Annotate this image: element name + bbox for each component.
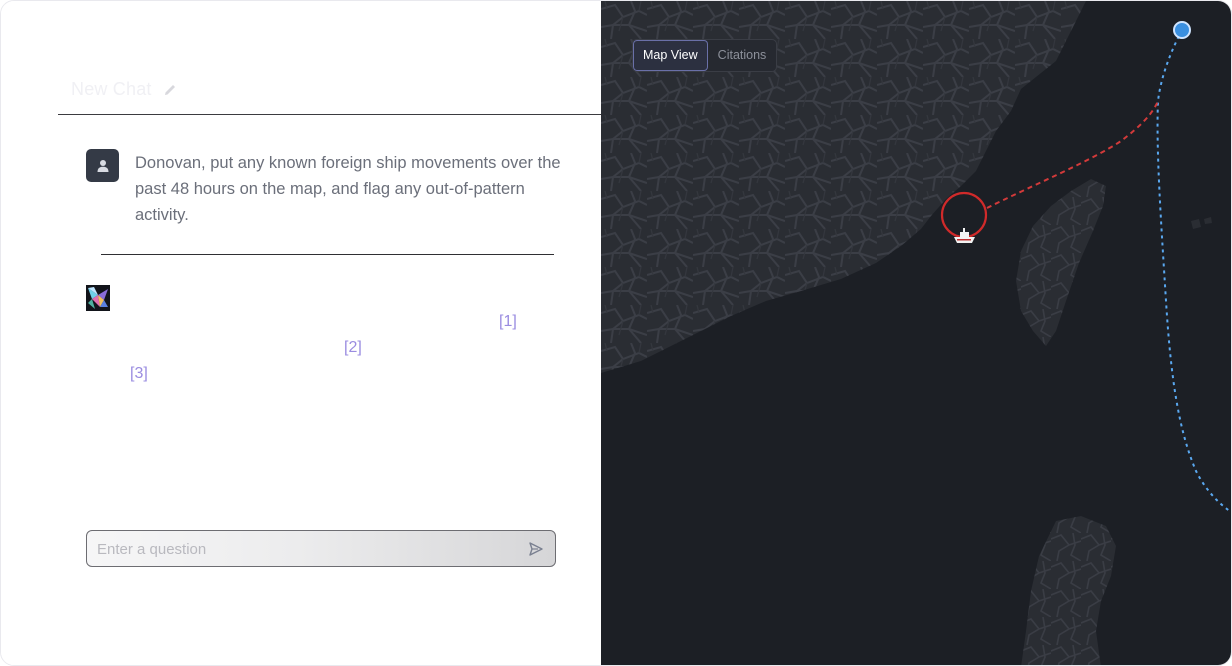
question-input[interactable] (87, 531, 519, 568)
question-input-box (86, 530, 556, 568)
chat-title-row: New Chat (71, 79, 178, 100)
map-panel[interactable]: Map View Citations (601, 1, 1232, 666)
location-dot[interactable] (1173, 21, 1191, 39)
send-icon[interactable] (529, 542, 543, 556)
chat-title[interactable]: New Chat (71, 79, 152, 100)
user-message: Donovan, put any known foreign ship move… (86, 149, 566, 228)
tab-citations[interactable]: Citations (708, 40, 777, 71)
pencil-icon[interactable] (162, 82, 178, 98)
user-avatar (86, 149, 119, 182)
header-divider (58, 114, 601, 115)
map-tab-bar: Map View Citations (632, 39, 778, 72)
user-message-text: Donovan, put any known foreign ship move… (135, 154, 561, 224)
citation-link[interactable]: [2] (344, 339, 362, 357)
assistant-avatar-icon (86, 285, 110, 311)
map-canvas[interactable] (601, 1, 1232, 666)
citation-link[interactable]: [1] (499, 313, 517, 331)
message-divider (101, 254, 554, 255)
citation-link[interactable]: [3] (130, 365, 148, 383)
ship-track-normal (1156, 29, 1231, 513)
tab-map-view[interactable]: Map View (633, 40, 708, 71)
app-window: New Chat Donovan, put any known foreign … (0, 0, 1232, 666)
chat-panel: New Chat Donovan, put any known foreign … (1, 1, 601, 665)
person-icon (97, 159, 108, 172)
